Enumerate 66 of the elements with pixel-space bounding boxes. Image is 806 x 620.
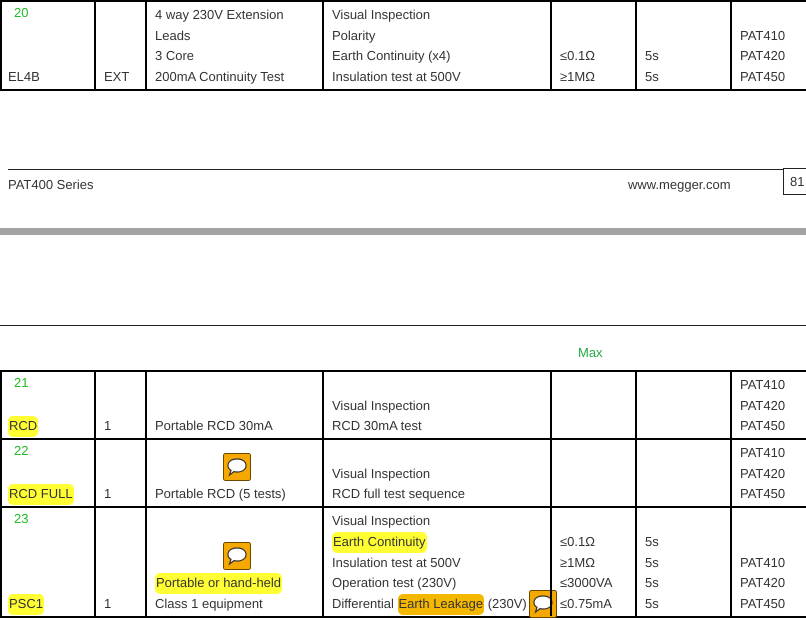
table-cell-text: EXT bbox=[104, 68, 130, 86]
table-cell-text: RCD FULL bbox=[8, 484, 74, 506]
table-cell-text: ≤0.1Ω bbox=[560, 532, 595, 551]
comment-icon[interactable] bbox=[528, 590, 557, 618]
column-heading: Max bbox=[578, 345, 603, 360]
table-cell-text: Class 1 equipment bbox=[155, 594, 263, 613]
table-cell-text: RCD full test sequence bbox=[332, 485, 465, 504]
table-cell-text: Portable RCD 30mA bbox=[155, 417, 273, 436]
table-cell-text: PAT450 bbox=[740, 417, 786, 436]
table-cell-text: 5s bbox=[645, 554, 659, 572]
table-cell-text: PAT450 bbox=[740, 485, 786, 504]
table-cell-text: Earth Continuity bbox=[332, 532, 426, 553]
table-cell-text: RCD 30mA test bbox=[332, 417, 422, 436]
table-cell-text: Visual Inspection bbox=[332, 6, 430, 24]
comment-icon[interactable] bbox=[222, 453, 250, 482]
table-cell-text: 5s bbox=[645, 532, 659, 551]
table-cell-text: EL4B bbox=[8, 68, 40, 86]
row-number: 23 bbox=[13, 511, 30, 526]
table-cell-text: PAT450 bbox=[740, 68, 786, 86]
table-cell-text: Polarity bbox=[332, 26, 376, 45]
comment-icon[interactable] bbox=[222, 542, 250, 570]
table-cell-text: Portable RCD (5 tests) bbox=[155, 485, 286, 504]
table-cell-text: Earth Leakage bbox=[398, 594, 484, 615]
table-cell-text: 5s bbox=[645, 47, 659, 66]
table-cell-text: RCD bbox=[8, 416, 38, 438]
page-number: 81 bbox=[783, 168, 806, 195]
table-cell-text: PAT450 bbox=[740, 594, 786, 613]
table-cell-text: PAT410 bbox=[740, 444, 786, 462]
footer-text: PAT400 Series bbox=[8, 176, 94, 192]
table-cell-text: PAT410 bbox=[740, 376, 786, 394]
table-cell-text: ≥1MΩ bbox=[560, 554, 595, 572]
table-cell-text: PAT420 bbox=[740, 574, 786, 592]
table-cell-text: Operation test (230V) bbox=[332, 574, 456, 592]
table-cell-text: ≤0.75mA bbox=[560, 594, 612, 613]
website-text: www.megger.com bbox=[628, 176, 731, 192]
table-cell-text: PAT410 bbox=[740, 26, 786, 45]
table-cell-text: 3 Core bbox=[155, 47, 194, 66]
table-cell-text: Differential bbox=[332, 594, 395, 613]
table-cell-text: Insulation test at 500V bbox=[332, 554, 461, 572]
table-cell-text: 4 way 230V Extension bbox=[155, 6, 284, 24]
table-cell-text: 1 bbox=[104, 417, 112, 436]
table-cell-text: ≤0.1Ω bbox=[560, 47, 595, 66]
table-cell-text: ≥1MΩ bbox=[560, 68, 595, 86]
table-cell-text: PAT420 bbox=[740, 464, 786, 483]
table-cell-text: 5s bbox=[645, 574, 659, 592]
table-cell-text: Visual Inspection bbox=[332, 396, 430, 415]
row-number: 22 bbox=[13, 443, 30, 458]
table-cell-text: PAT420 bbox=[740, 396, 786, 415]
table-cell-text: 200mA Continuity Test bbox=[155, 68, 284, 86]
table-cell-text: (230V) bbox=[486, 594, 527, 613]
table-cell-text: PAT420 bbox=[740, 47, 786, 66]
row-number: 21 bbox=[13, 375, 30, 390]
table-cell-text: PSC1 bbox=[8, 594, 44, 615]
table-cell-text: Earth Continuity (x4) bbox=[332, 47, 450, 66]
table-cell-text: 1 bbox=[104, 485, 112, 504]
table-cell-text: 1 bbox=[104, 594, 112, 613]
table-cell-text: 5s bbox=[645, 594, 659, 613]
table-cell-text: ≤3000VA bbox=[560, 574, 612, 592]
table-cell-text: Leads bbox=[155, 26, 190, 45]
table-cell-text: Visual Inspection bbox=[332, 464, 430, 483]
table-cell-text: 5s bbox=[645, 68, 659, 86]
table-cell-text: Visual Inspection bbox=[332, 512, 430, 530]
table-cell-text: Insulation test at 500V bbox=[332, 68, 461, 86]
row-number: 20 bbox=[13, 5, 30, 20]
table-cell-text: Portable or hand-held bbox=[155, 573, 282, 594]
table-cell-text: PAT410 bbox=[740, 554, 786, 572]
